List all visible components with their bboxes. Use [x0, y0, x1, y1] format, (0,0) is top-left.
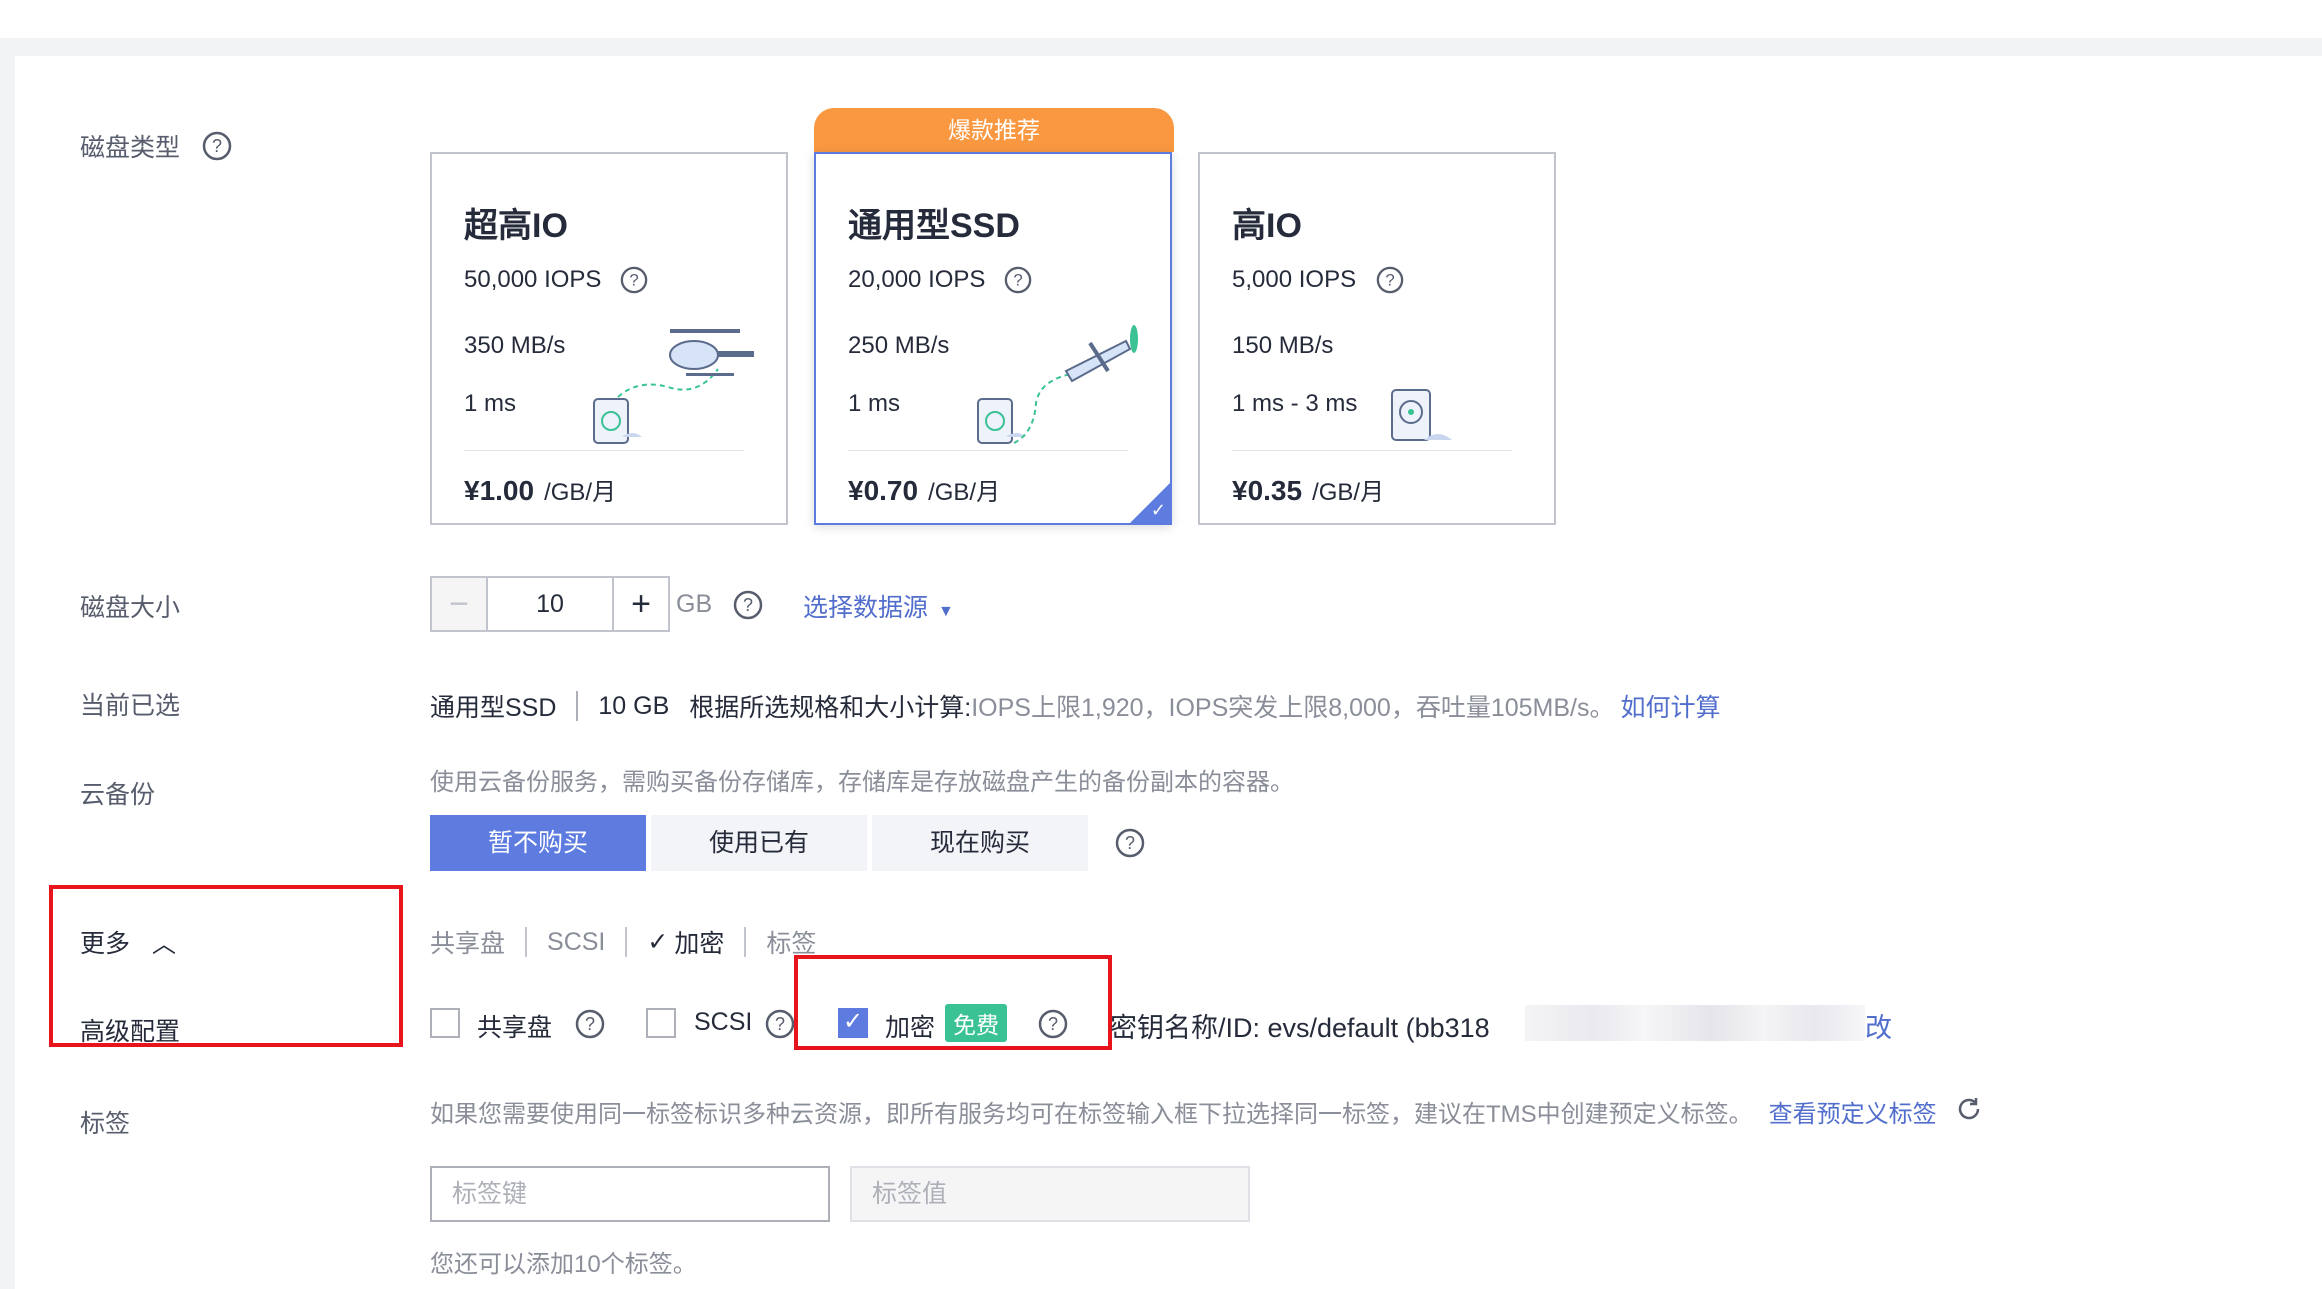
card-latency: 1 ms: [464, 390, 517, 417]
divider: [576, 691, 579, 721]
how-to-calc-link[interactable]: 如何计算: [1621, 688, 1721, 724]
tag-key-input[interactable]: 标签键: [430, 1166, 830, 1222]
caret-down-icon: ▼: [938, 603, 954, 620]
current-selected-label: 当前已选: [80, 692, 181, 720]
selection-summary: 通用型SSD 10 GB 根据所选规格和大小计算: IOPS上限1,920，IO…: [430, 688, 1721, 724]
svg-text:?: ?: [212, 136, 222, 156]
help-icon[interactable]: ?: [733, 590, 763, 620]
key-name-text: 密钥名称/ID: evs/default (bb318: [1110, 1013, 1490, 1043]
card-price: ¥0.35/GB/月: [1232, 475, 1385, 506]
backup-option-use-existing[interactable]: 使用已有: [651, 815, 867, 871]
svg-text:?: ?: [585, 1014, 595, 1034]
advanced-summary-tabs: 共享盘 SCSI ✓ 加密 标签: [430, 924, 816, 960]
card-iops: 50,000 IOPS: [464, 266, 602, 293]
summary-tab-encrypt: 加密: [674, 930, 725, 958]
card-price: ¥0.70/GB/月: [848, 475, 1001, 506]
shared-disk-label: 共享盘: [477, 1014, 553, 1042]
help-icon[interactable]: ?: [1038, 1009, 1068, 1039]
svg-text:?: ?: [743, 595, 753, 615]
helicopter-illustration: [593, 329, 754, 444]
size-unit: GB: [676, 590, 713, 618]
divider: [525, 927, 528, 957]
card-divider: [464, 450, 744, 451]
encrypt-checkbox[interactable]: ✓: [838, 1008, 868, 1038]
summary-tab-scsi: SCSI: [547, 927, 606, 956]
svg-text:?: ?: [1048, 1014, 1058, 1034]
card-throughput: 350 MB/s: [464, 332, 566, 359]
backup-option-no-buy[interactable]: 暂不购买: [430, 815, 646, 871]
card-name: 高IO: [1232, 207, 1302, 245]
help-icon[interactable]: ?: [202, 131, 232, 161]
more-toggle[interactable]: 更多 ︿: [80, 924, 176, 960]
disk-type-label: 磁盘类型: [80, 134, 181, 162]
advanced-config-label: 高级配置: [80, 1018, 181, 1046]
refresh-icon[interactable]: [1954, 1094, 1984, 1124]
hot-recommend-badge: 爆款推荐: [814, 108, 1174, 152]
divider: [625, 927, 628, 957]
card-name: 超高IO: [464, 207, 568, 245]
help-icon[interactable]: ?: [620, 266, 648, 294]
scsi-checkbox[interactable]: [646, 1008, 676, 1038]
tag-value-input[interactable]: 标签值: [850, 1166, 1250, 1222]
summary-tab-shared: 共享盘: [430, 930, 506, 958]
card-latency: 1 ms - 3 ms: [1232, 390, 1358, 417]
backup-option-buy-now[interactable]: 现在购买: [872, 815, 1088, 871]
svg-text:?: ?: [1013, 271, 1022, 290]
help-icon[interactable]: ?: [765, 1009, 795, 1039]
help-icon[interactable]: ?: [1115, 828, 1145, 858]
decrement-button[interactable]: −: [432, 578, 486, 630]
free-badge: 免费: [945, 1004, 1007, 1042]
encrypt-label: 加密: [885, 1014, 936, 1042]
card-throughput: 150 MB/s: [1232, 332, 1334, 359]
summary-detail: IOPS上限1,920，IOPS突发上限8,000，吞吐量105MB/s。: [971, 694, 1615, 722]
card-name: 通用型SSD: [848, 207, 1020, 245]
select-data-source-link[interactable]: 选择数据源 ▼: [803, 588, 954, 624]
summary-calc-prefix: 根据所选规格和大小计算:: [689, 694, 972, 722]
redacted-key-id: [1525, 1005, 1865, 1041]
scsi-label: SCSI: [694, 1008, 753, 1036]
help-icon[interactable]: ?: [1004, 266, 1032, 294]
svg-text:?: ?: [775, 1014, 785, 1034]
svg-text:?: ?: [629, 271, 638, 290]
backup-description: 使用云备份服务，需购买备份存储库，存储库是存放磁盘产生的备份副本的容器。: [430, 769, 1294, 796]
card-iops: 5,000 IOPS: [1232, 266, 1357, 293]
shared-disk-checkbox[interactable]: [430, 1008, 460, 1038]
divider: [744, 927, 747, 957]
tags-remaining-hint: 您还可以添加10个标签。: [430, 1251, 697, 1278]
card-throughput: 250 MB/s: [848, 332, 950, 359]
card-latency: 1 ms: [848, 390, 901, 417]
help-icon[interactable]: ?: [1376, 266, 1404, 294]
card-price: ¥1.00/GB/月: [464, 475, 617, 506]
card-divider: [1232, 450, 1512, 451]
disk-size-label: 磁盘大小: [80, 594, 181, 622]
view-predefined-tags-link[interactable]: 查看预定义标签: [1769, 1101, 1937, 1128]
top-bar: [0, 0, 2322, 38]
disk-card-ultra-io[interactable]: 超高IO 50,000 IOPS ? 350 MB/s 1 ms ¥1.00/G…: [430, 152, 788, 525]
chevron-up-icon: ︿: [152, 931, 177, 958]
help-icon[interactable]: ?: [575, 1009, 605, 1039]
disk-card-general-ssd[interactable]: 通用型SSD 20,000 IOPS ? 250 MB/s 1 ms ¥0.70…: [814, 152, 1172, 525]
svg-text:?: ?: [1125, 833, 1135, 853]
card-divider: [848, 450, 1128, 451]
check-icon: ✓: [647, 928, 669, 956]
size-input[interactable]: 10: [486, 578, 614, 630]
tags-description: 如果您需要使用同一标签标识多种云资源，即所有服务均可在标签输入框下拉选择同一标签…: [430, 1101, 1937, 1128]
cloud-backup-label: 云备份: [80, 781, 156, 809]
summary-size: 10 GB: [598, 691, 670, 720]
svg-text:?: ?: [1385, 271, 1394, 290]
check-icon: ✓: [843, 1008, 864, 1035]
summary-type: 通用型SSD: [430, 694, 557, 722]
card-iops: 20,000 IOPS: [848, 266, 986, 293]
check-icon: ✓: [1150, 500, 1166, 520]
airplane-illustration: [977, 325, 1138, 444]
disk-card-high-io[interactable]: 高IO 5,000 IOPS ? 150 MB/s 1 ms - 3 ms ¥0…: [1198, 152, 1556, 525]
increment-button[interactable]: +: [614, 578, 668, 630]
tags-label: 标签: [80, 1110, 131, 1138]
hard-disk-illustration: [1391, 389, 1452, 441]
size-stepper: − 10 +: [430, 576, 670, 632]
modify-key-link[interactable]: 改: [1865, 1006, 1892, 1045]
